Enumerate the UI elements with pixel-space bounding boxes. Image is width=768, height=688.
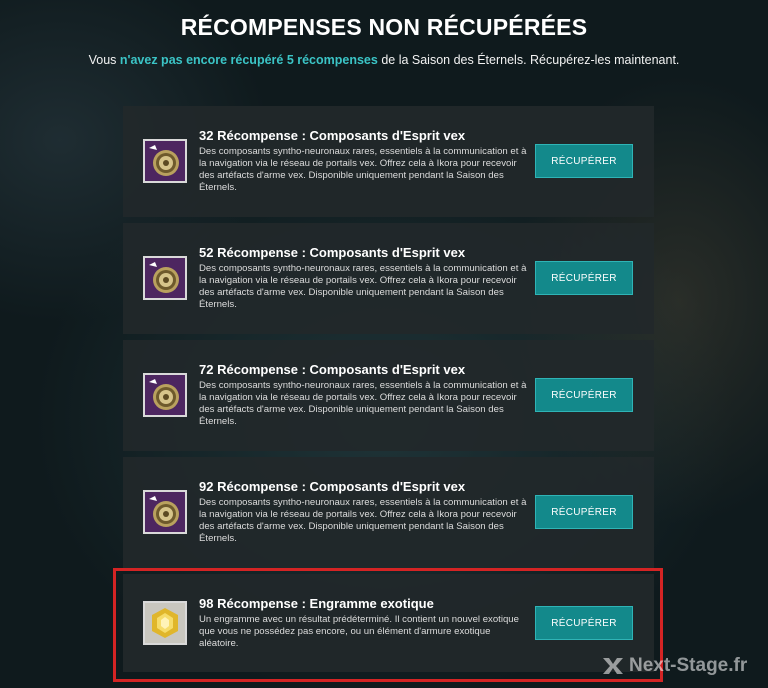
claim-button[interactable]: RÉCUPÉRER — [535, 606, 633, 640]
reward-description: Des composants syntho-neuronaux rares, e… — [199, 263, 527, 310]
exotic-engram-icon — [143, 601, 187, 645]
reward-card: 52 Récompense : Composants d'Esprit vex … — [123, 223, 654, 334]
reward-description: Des composants syntho-neuronaux rares, e… — [199, 146, 527, 193]
reward-card-exotic: 98 Récompense : Engramme exotique Un eng… — [123, 574, 654, 672]
next-stage-logo-icon — [603, 658, 623, 674]
reward-description: Des composants syntho-neuronaux rares, e… — [199, 380, 527, 427]
watermark: Next-Stage.fr — [600, 652, 747, 680]
reward-title: 92 Récompense : Composants d'Esprit vex — [199, 479, 466, 494]
reward-title: 32 Récompense : Composants d'Esprit vex — [199, 128, 466, 143]
claim-button[interactable]: RÉCUPÉRER — [535, 378, 633, 412]
reward-card: 92 Récompense : Composants d'Esprit vex … — [123, 457, 654, 568]
subtitle-intro: Vous — [88, 53, 120, 67]
reward-description: Des composants syntho-neuronaux rares, e… — [199, 497, 527, 544]
page-title: RÉCOMPENSES NON RÉCUPÉRÉES — [180, 14, 588, 40]
watermark-text: Next-Stage.fr — [629, 655, 748, 676]
reward-title: 98 Récompense : Engramme exotique — [199, 596, 434, 611]
reward-card: 32 Récompense : Composants d'Esprit vex … — [123, 106, 654, 217]
vex-mind-components-icon — [143, 373, 187, 417]
claim-button[interactable]: RÉCUPÉRER — [535, 144, 633, 178]
reward-description: Un engramme avec un résultat prédétermin… — [199, 614, 519, 649]
page-subtitle: Vous n'avez pas encore récupéré 5 récomp… — [0, 53, 768, 67]
subtitle-outro: de la Saison des Éternels. Récupérez-les… — [377, 53, 680, 67]
vex-mind-components-icon — [143, 490, 187, 534]
reward-card: 72 Récompense : Composants d'Esprit vex … — [123, 340, 654, 451]
vex-mind-components-icon — [143, 256, 187, 300]
vex-mind-components-icon — [143, 139, 187, 183]
claim-button[interactable]: RÉCUPÉRER — [535, 495, 633, 529]
claim-button[interactable]: RÉCUPÉRER — [535, 261, 633, 295]
subtitle-highlight: n'avez pas encore récupéré 5 récompenses — [119, 53, 378, 67]
reward-title: 72 Récompense : Composants d'Esprit vex — [199, 362, 466, 377]
reward-title: 52 Récompense : Composants d'Esprit vex — [199, 245, 466, 260]
